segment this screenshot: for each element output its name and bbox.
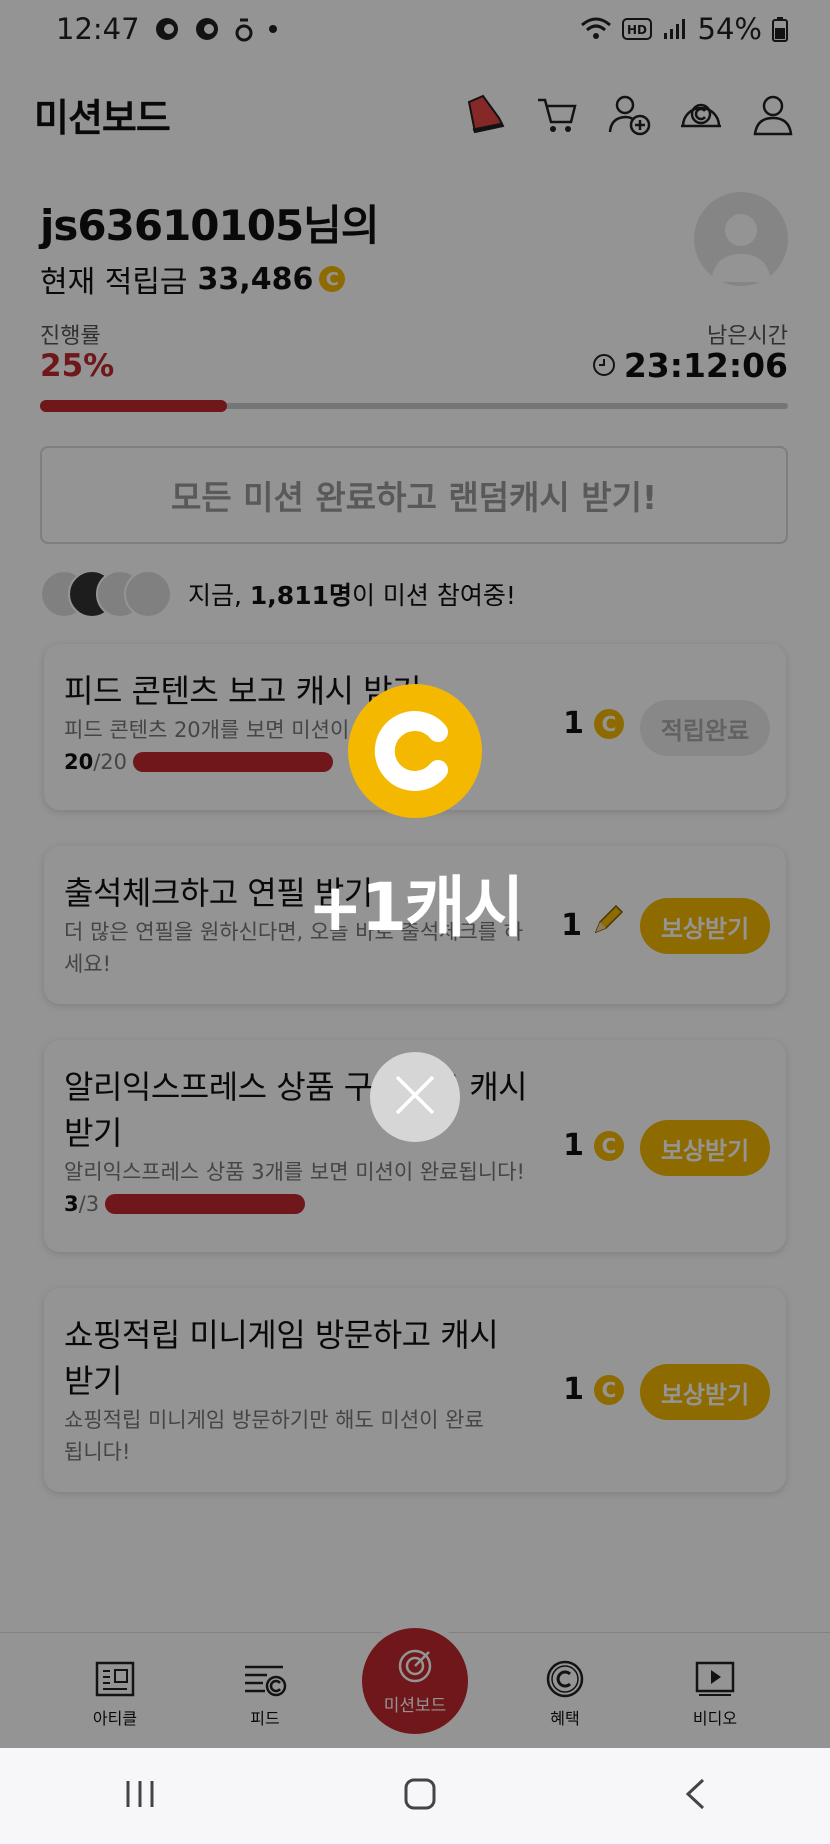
- close-icon: [393, 1073, 437, 1121]
- recent-apps-icon[interactable]: [123, 1779, 157, 1813]
- home-icon[interactable]: [403, 1777, 437, 1815]
- reward-message: +1캐시: [307, 869, 525, 946]
- close-popup-button[interactable]: [370, 1052, 460, 1142]
- big-coin-icon: [348, 684, 482, 818]
- back-icon[interactable]: [683, 1777, 707, 1815]
- system-nav-bar: [0, 1748, 830, 1844]
